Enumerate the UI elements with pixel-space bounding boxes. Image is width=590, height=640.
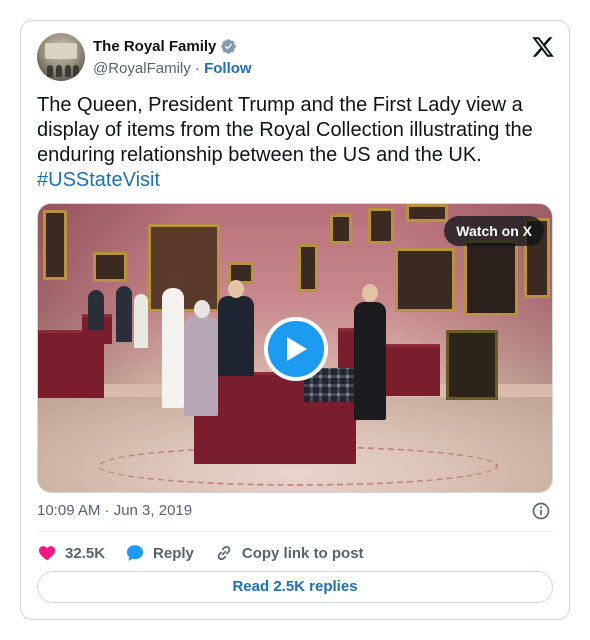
author-handle[interactable]: @RoyalFamily	[93, 60, 191, 77]
verified-badge-icon	[221, 39, 237, 54]
post-body: The Queen, President Trump and the First…	[37, 94, 533, 166]
play-button[interactable]	[264, 317, 328, 381]
info-icon[interactable]	[531, 501, 551, 521]
embedded-post-card[interactable]: The Royal Family @RoyalFamily · Follow T…	[20, 20, 570, 620]
divider	[37, 531, 553, 532]
copy-link-button[interactable]: Copy link to post	[214, 543, 364, 563]
reply-label: Reply	[153, 544, 194, 562]
author-handle-row: @RoyalFamily · Follow	[93, 60, 252, 77]
author-display-name[interactable]: The Royal Family	[93, 38, 216, 55]
author-avatar[interactable]	[37, 33, 85, 81]
post-actions: 32.5K Reply Copy link to post	[37, 543, 384, 563]
video-media[interactable]: Watch on X	[37, 203, 553, 493]
reply-bubble-icon	[126, 545, 144, 561]
heart-icon	[38, 546, 56, 561]
follow-button[interactable]: Follow	[204, 60, 252, 77]
post-text: The Queen, President Trump and the First…	[37, 93, 557, 193]
watch-on-x-button[interactable]: Watch on X	[444, 216, 544, 246]
link-icon	[217, 545, 231, 561]
play-icon	[287, 337, 307, 361]
read-replies-button[interactable]: Read 2.5K replies	[37, 571, 553, 603]
hashtag-link[interactable]: #USStateVisit	[37, 169, 160, 191]
reply-button[interactable]: Reply	[125, 543, 194, 563]
x-logo-icon[interactable]	[531, 35, 555, 59]
author-name-row[interactable]: The Royal Family	[93, 38, 237, 55]
copy-link-label: Copy link to post	[241, 544, 364, 562]
like-button[interactable]: 32.5K	[37, 543, 105, 563]
like-count: 32.5K	[65, 544, 106, 562]
handle-separator: ·	[194, 60, 200, 77]
post-timestamp[interactable]: 10:09 AM · Jun 3, 2019	[37, 502, 192, 519]
